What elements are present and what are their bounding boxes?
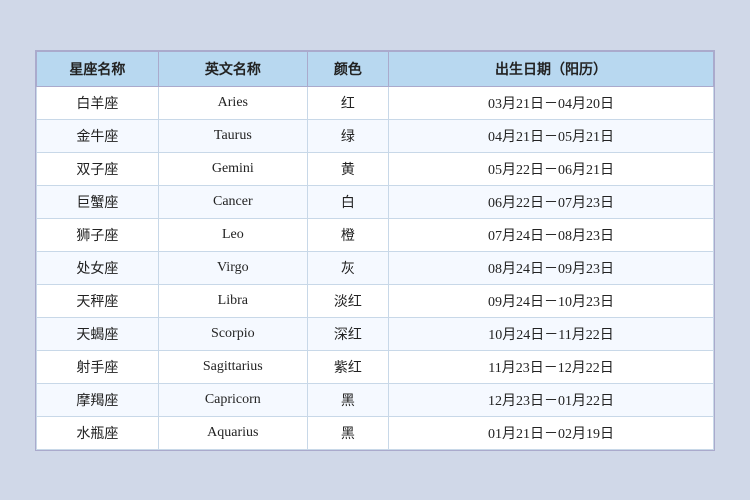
- cell-en: Gemini: [158, 152, 307, 185]
- header-en: 英文名称: [158, 51, 307, 86]
- cell-color: 黑: [307, 383, 388, 416]
- header-color: 颜色: [307, 51, 388, 86]
- cell-en: Aries: [158, 86, 307, 119]
- cell-date: 06月22日－07月23日: [389, 185, 714, 218]
- cell-date: 09月24日－10月23日: [389, 284, 714, 317]
- cell-color: 白: [307, 185, 388, 218]
- cell-color: 淡红: [307, 284, 388, 317]
- cell-en: Taurus: [158, 119, 307, 152]
- table-row: 狮子座Leo橙07月24日－08月23日: [37, 218, 714, 251]
- cell-en: Aquarius: [158, 416, 307, 449]
- cell-cn: 水瓶座: [37, 416, 159, 449]
- table-row: 巨蟹座Cancer白06月22日－07月23日: [37, 185, 714, 218]
- zodiac-table: 星座名称 英文名称 颜色 出生日期（阳历） 白羊座Aries红03月21日－04…: [36, 51, 714, 450]
- table-body: 白羊座Aries红03月21日－04月20日金牛座Taurus绿04月21日－0…: [37, 86, 714, 449]
- cell-color: 红: [307, 86, 388, 119]
- cell-color: 紫红: [307, 350, 388, 383]
- cell-cn: 狮子座: [37, 218, 159, 251]
- cell-date: 11月23日－12月22日: [389, 350, 714, 383]
- cell-cn: 处女座: [37, 251, 159, 284]
- cell-color: 黄: [307, 152, 388, 185]
- table-row: 天秤座Libra淡红09月24日－10月23日: [37, 284, 714, 317]
- cell-cn: 白羊座: [37, 86, 159, 119]
- cell-cn: 金牛座: [37, 119, 159, 152]
- cell-color: 黑: [307, 416, 388, 449]
- cell-date: 08月24日－09月23日: [389, 251, 714, 284]
- cell-en: Virgo: [158, 251, 307, 284]
- cell-color: 绿: [307, 119, 388, 152]
- table-row: 金牛座Taurus绿04月21日－05月21日: [37, 119, 714, 152]
- table-row: 水瓶座Aquarius黑01月21日－02月19日: [37, 416, 714, 449]
- cell-date: 01月21日－02月19日: [389, 416, 714, 449]
- header-date: 出生日期（阳历）: [389, 51, 714, 86]
- cell-date: 12月23日－01月22日: [389, 383, 714, 416]
- zodiac-table-wrapper: 星座名称 英文名称 颜色 出生日期（阳历） 白羊座Aries红03月21日－04…: [35, 50, 715, 451]
- cell-cn: 巨蟹座: [37, 185, 159, 218]
- cell-en: Sagittarius: [158, 350, 307, 383]
- cell-date: 07月24日－08月23日: [389, 218, 714, 251]
- table-row: 射手座Sagittarius紫红11月23日－12月22日: [37, 350, 714, 383]
- table-row: 天蝎座Scorpio深红10月24日－11月22日: [37, 317, 714, 350]
- cell-cn: 摩羯座: [37, 383, 159, 416]
- table-row: 处女座Virgo灰08月24日－09月23日: [37, 251, 714, 284]
- header-cn: 星座名称: [37, 51, 159, 86]
- cell-cn: 天蝎座: [37, 317, 159, 350]
- table-row: 双子座Gemini黄05月22日－06月21日: [37, 152, 714, 185]
- cell-date: 04月21日－05月21日: [389, 119, 714, 152]
- cell-date: 03月21日－04月20日: [389, 86, 714, 119]
- table-row: 摩羯座Capricorn黑12月23日－01月22日: [37, 383, 714, 416]
- cell-en: Leo: [158, 218, 307, 251]
- cell-en: Cancer: [158, 185, 307, 218]
- cell-cn: 天秤座: [37, 284, 159, 317]
- cell-en: Libra: [158, 284, 307, 317]
- cell-date: 05月22日－06月21日: [389, 152, 714, 185]
- cell-cn: 射手座: [37, 350, 159, 383]
- cell-color: 灰: [307, 251, 388, 284]
- table-row: 白羊座Aries红03月21日－04月20日: [37, 86, 714, 119]
- table-header-row: 星座名称 英文名称 颜色 出生日期（阳历）: [37, 51, 714, 86]
- cell-color: 橙: [307, 218, 388, 251]
- cell-en: Scorpio: [158, 317, 307, 350]
- cell-cn: 双子座: [37, 152, 159, 185]
- cell-en: Capricorn: [158, 383, 307, 416]
- cell-date: 10月24日－11月22日: [389, 317, 714, 350]
- cell-color: 深红: [307, 317, 388, 350]
